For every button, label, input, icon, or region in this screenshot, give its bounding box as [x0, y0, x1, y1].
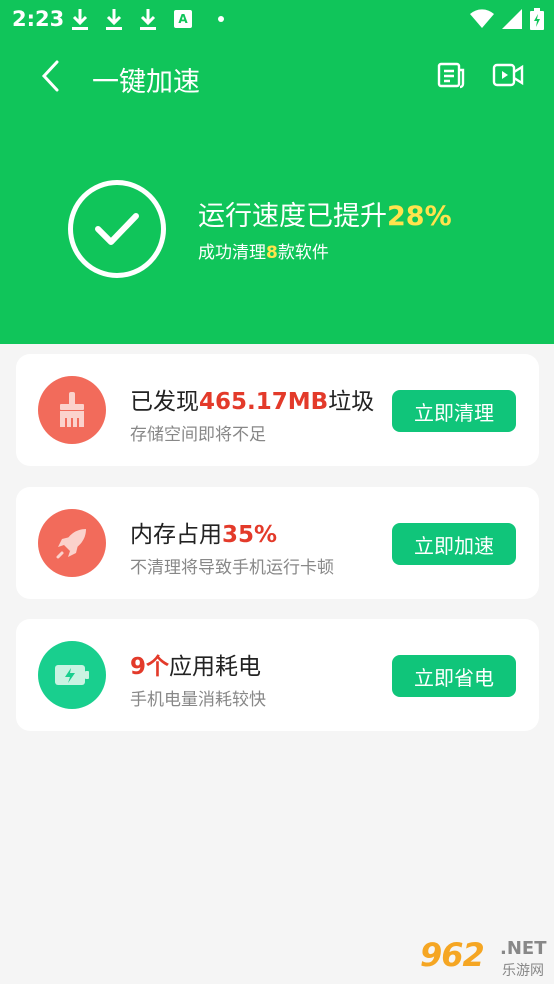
memory-card: 内存占用35% 不清理将导致手机运行卡顿 立即加速 — [16, 487, 539, 599]
card-title: 9个应用耗电 — [130, 654, 262, 680]
speedup-result: 运行速度已提升28% 成功清理8款软件 — [68, 180, 488, 280]
watermark-logo: 962 .NET 乐游网 — [420, 936, 547, 979]
signal-icon — [502, 9, 522, 34]
battery-card: 9个应用耗电 手机电量消耗较快 立即省电 — [16, 619, 539, 731]
app-bar: 一键加速 — [0, 40, 554, 112]
video-icon — [492, 63, 524, 87]
result-subtitle: 成功清理8款软件 — [198, 243, 329, 263]
video-button[interactable] — [492, 60, 526, 92]
junk-size-value: 465.17MB — [199, 389, 329, 415]
download-icon — [104, 7, 126, 31]
save-power-button[interactable]: 立即省电 — [392, 655, 516, 697]
app-notification-icon: A — [174, 10, 192, 28]
card-subtitle: 存储空间即将不足 — [130, 425, 266, 445]
report-icon — [437, 62, 465, 89]
chevron-left-icon — [41, 60, 59, 92]
battery-icon — [38, 641, 106, 709]
report-button[interactable] — [436, 60, 468, 92]
card-title: 内存占用35% — [130, 522, 278, 548]
system-icons — [470, 8, 544, 35]
card-subtitle: 手机电量消耗较快 — [130, 690, 266, 710]
battery-charging-icon — [530, 8, 544, 35]
page-title: 一键加速 — [92, 67, 200, 98]
download-icon — [138, 7, 160, 31]
back-button[interactable] — [32, 56, 68, 96]
result-title: 运行速度已提升28% — [198, 201, 452, 232]
junk-card: 已发现465.17MB垃圾 存储空间即将不足 立即清理 — [16, 354, 539, 466]
speed-increase-value: 28% — [387, 201, 452, 232]
card-subtitle: 不清理将导致手机运行卡顿 — [130, 558, 334, 578]
broom-icon — [38, 376, 106, 444]
speed-up-now-button[interactable]: 立即加速 — [392, 523, 516, 565]
cleaned-apps-count: 8 — [266, 243, 278, 263]
rocket-icon — [38, 509, 106, 577]
status-time: 2:23 — [12, 7, 65, 31]
wifi-icon — [470, 9, 494, 34]
status-bar: 2:23 A — [0, 0, 554, 38]
success-check-icon — [68, 180, 166, 278]
download-icon — [70, 7, 92, 31]
notification-icons: A — [70, 7, 224, 31]
memory-usage-value: 35% — [222, 522, 278, 548]
more-notifications-dot — [218, 16, 224, 22]
power-apps-count: 9个 — [130, 654, 170, 680]
card-title: 已发现465.17MB垃圾 — [130, 389, 375, 415]
clean-now-button[interactable]: 立即清理 — [392, 390, 516, 432]
